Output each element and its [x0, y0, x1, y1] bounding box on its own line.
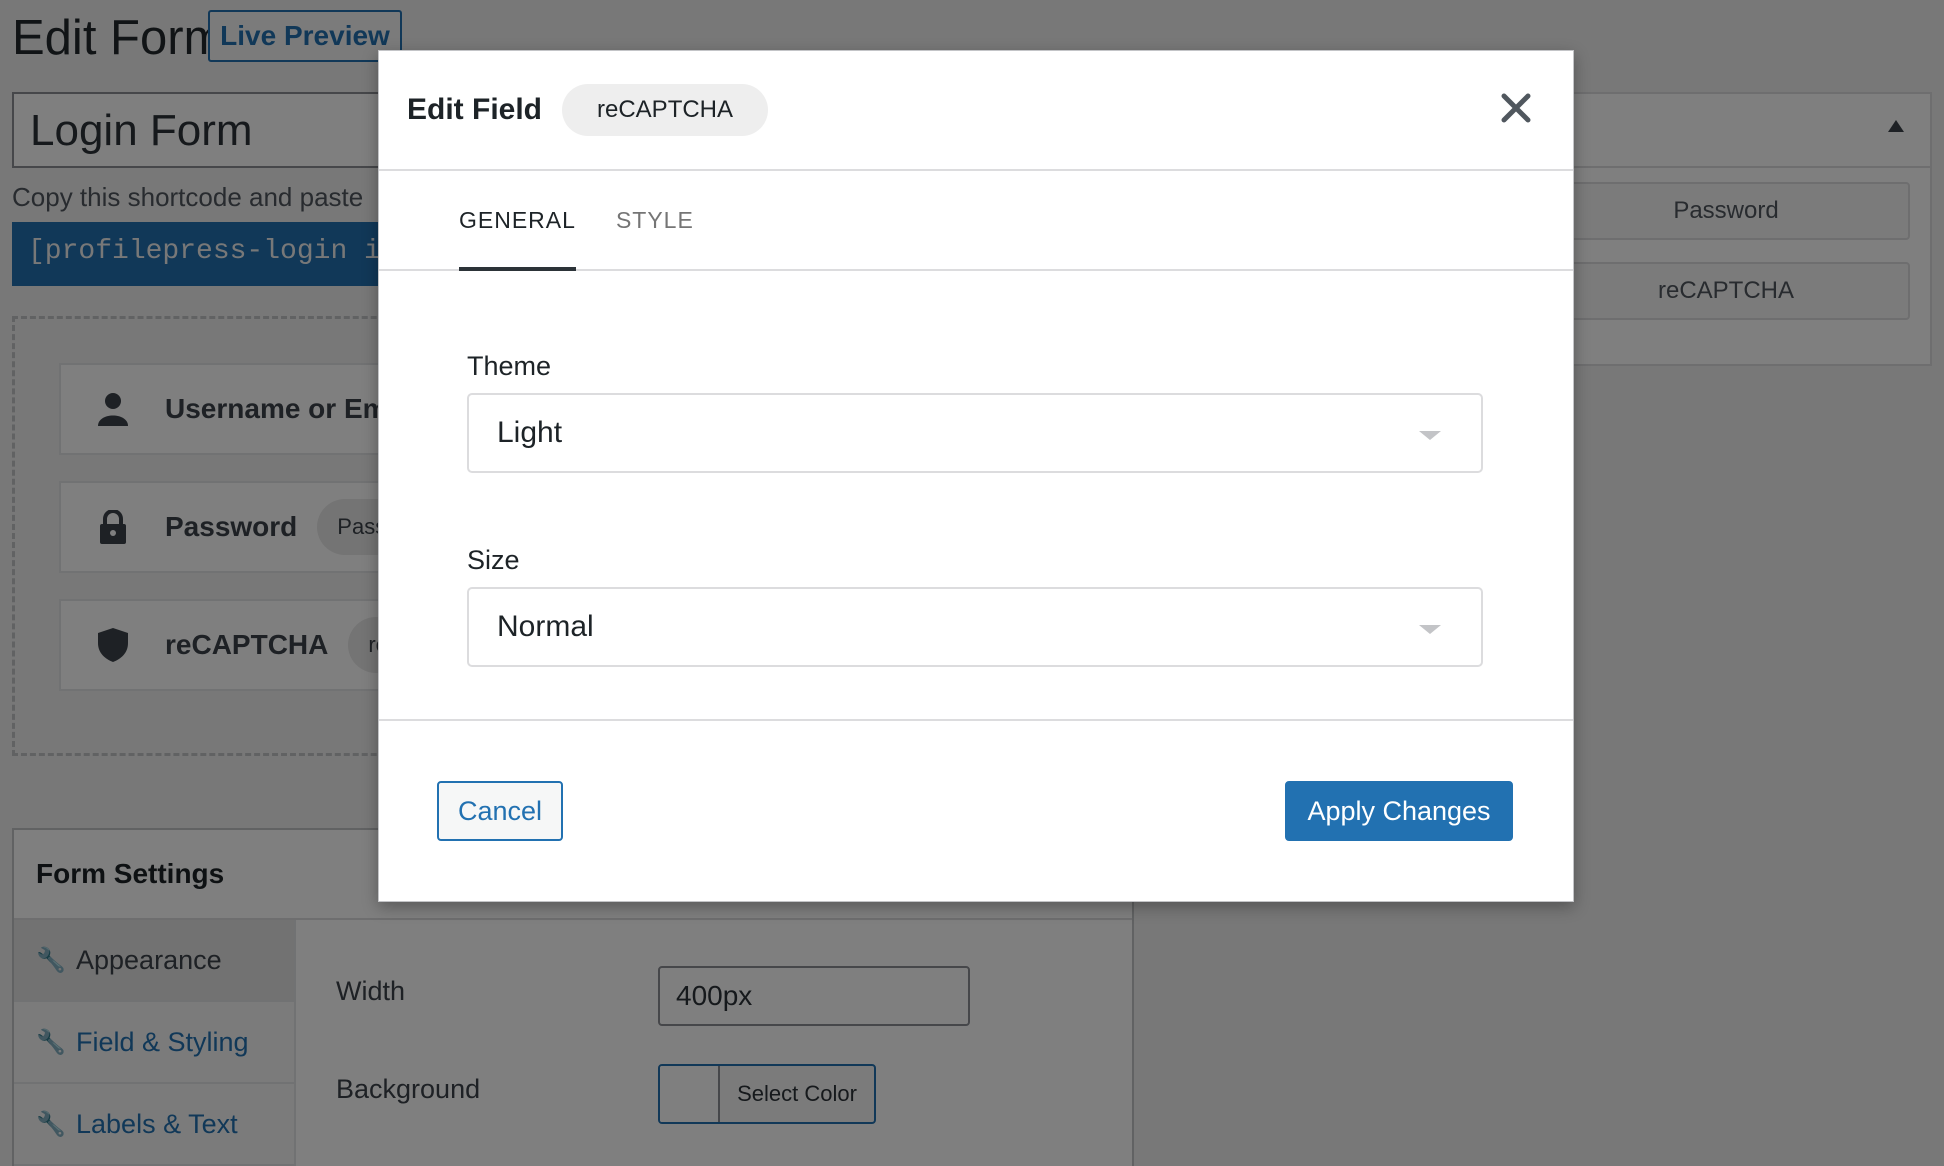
theme-select-value: Light	[497, 416, 563, 449]
size-select[interactable]: Normal	[467, 587, 1483, 667]
size-label: Size	[467, 545, 520, 575]
chevron-down-icon	[1419, 431, 1441, 440]
modal-body: Theme Light Size Normal	[379, 271, 1573, 721]
modal-tabs: GENERAL STYLE	[379, 171, 1573, 271]
theme-select[interactable]: Light	[467, 393, 1483, 473]
close-icon[interactable]	[1501, 93, 1531, 123]
modal-title: Edit Field	[407, 93, 542, 126]
size-select-value: Normal	[497, 610, 594, 643]
apply-changes-button[interactable]: Apply Changes	[1285, 781, 1513, 841]
edit-field-modal: Edit Field reCAPTCHA GENERAL STYLE Theme…	[378, 50, 1574, 902]
modal-header: Edit Field reCAPTCHA	[379, 51, 1573, 171]
tab-general[interactable]: GENERAL	[459, 171, 576, 271]
field-type-badge: reCAPTCHA	[562, 84, 769, 136]
chevron-down-icon	[1419, 625, 1441, 634]
cancel-button[interactable]: Cancel	[437, 781, 563, 841]
modal-footer: Cancel Apply Changes	[379, 721, 1573, 901]
theme-label: Theme	[467, 351, 552, 381]
tab-style[interactable]: STYLE	[616, 171, 694, 269]
